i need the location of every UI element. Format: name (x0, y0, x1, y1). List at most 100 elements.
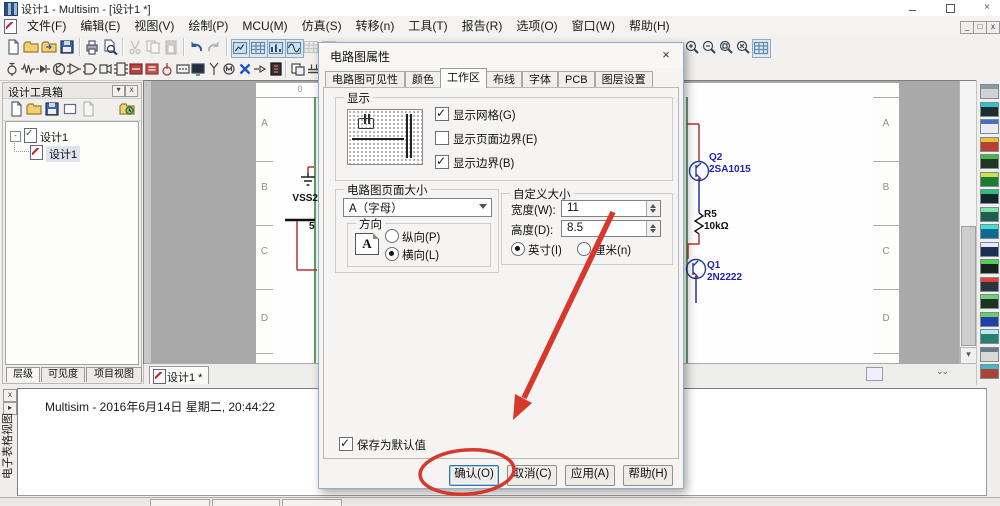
logic-analyzer-icon[interactable] (980, 224, 999, 239)
hierarchical-block-icon[interactable] (290, 61, 307, 78)
toggle-design-toolbox-icon[interactable] (231, 39, 250, 58)
spectrum-analyzer-icon[interactable] (980, 294, 999, 309)
paste-icon[interactable] (163, 39, 180, 56)
q2-model[interactable]: 2SA1015 (709, 164, 751, 175)
menu-item-5[interactable]: 仿真(S) (295, 16, 349, 36)
dialog-close-icon[interactable]: × (657, 46, 675, 64)
window-minimize-button[interactable] (905, 2, 921, 14)
save-icon[interactable] (44, 101, 61, 118)
vss-reference[interactable]: VSS2 (276, 193, 318, 204)
height-spinner[interactable] (646, 221, 660, 236)
window-close-button[interactable]: × (979, 2, 995, 14)
mdi-minimize-button[interactable]: _ (960, 21, 974, 34)
new-schematic-icon[interactable] (8, 101, 25, 118)
q2-reference[interactable]: Q2 (709, 152, 722, 163)
spreadsheet-close-button[interactable]: x (3, 389, 17, 402)
zoom-fullscreen-icon[interactable] (752, 39, 771, 58)
menu-item-10[interactable]: 窗口(W) (565, 16, 622, 36)
function-generator-icon[interactable] (980, 101, 999, 117)
landscape-radio[interactable] (385, 247, 399, 261)
save-as-default-checkbox[interactable] (339, 436, 353, 451)
cut-icon[interactable] (127, 39, 144, 56)
undo-icon[interactable] (188, 39, 205, 56)
mdi-close-button[interactable]: x (986, 21, 1000, 34)
misc-digital-components-icon[interactable] (113, 61, 130, 78)
spreadsheet-tab[interactable] (212, 499, 280, 506)
centimeters-radio[interactable] (577, 242, 591, 256)
redo-icon[interactable] (206, 39, 223, 56)
portrait-radio[interactable] (385, 229, 399, 243)
multimeter-icon[interactable] (980, 84, 999, 99)
new-icon[interactable] (5, 39, 22, 56)
electromechanical-components-icon[interactable] (221, 61, 238, 78)
zoom-in-icon[interactable] (684, 39, 701, 56)
scrollbar-thumb[interactable] (961, 226, 976, 346)
agilent-multimeter-icon[interactable] (980, 346, 999, 362)
dialog-tab-1[interactable]: 颜色 (405, 71, 441, 88)
wattmeter-icon[interactable] (980, 119, 999, 134)
ok-button[interactable]: 确认(O) (449, 465, 499, 486)
tab-scroll-chevron-icon[interactable]: ⌄⌄ (936, 366, 949, 377)
zoom-area-icon[interactable] (718, 39, 735, 56)
menu-item-11[interactable]: 帮助(H) (622, 16, 677, 36)
agilent-oscilloscope-icon[interactable] (980, 364, 999, 379)
oscilloscope-icon[interactable] (980, 136, 999, 152)
power-components-icon[interactable] (159, 61, 176, 78)
ttl-components-icon[interactable] (82, 61, 99, 78)
connector-components-icon[interactable] (252, 61, 269, 78)
page-icon[interactable] (80, 101, 97, 118)
menu-item-0[interactable]: 文件(F) (20, 16, 73, 36)
menu-item-3[interactable]: 绘制(P) (181, 16, 235, 36)
mdi-restore-button[interactable]: □ (973, 21, 987, 34)
menu-item-6[interactable]: 转移(n) (349, 16, 402, 36)
show-border-checkbox[interactable] (435, 154, 449, 169)
rf-components-icon[interactable] (206, 61, 223, 78)
cancel-button[interactable]: 取消(C) (507, 465, 557, 486)
q1-reference[interactable]: Q1 (707, 260, 720, 271)
mixed-components-icon[interactable] (128, 61, 145, 78)
width-spinner[interactable] (646, 201, 660, 216)
r5-reference[interactable]: R5 (704, 209, 717, 220)
transistor-components-icon[interactable] (51, 61, 68, 78)
diode-components-icon[interactable] (35, 61, 52, 78)
dialog-tab-3[interactable]: 布线 (486, 71, 522, 88)
advanced-peripherals-icon[interactable] (190, 61, 207, 78)
ni-components-icon[interactable] (237, 61, 254, 78)
print-preview-icon[interactable] (102, 39, 119, 56)
network-analyzer-icon[interactable] (980, 311, 999, 327)
show-grid-checkbox[interactable] (435, 106, 449, 121)
snapshot-icon[interactable] (119, 101, 136, 118)
toggle-grapher-icon[interactable] (285, 39, 304, 58)
zoom-fit-icon[interactable] (735, 39, 752, 56)
panel-close-button[interactable]: x (125, 85, 138, 97)
dialog-tab-6[interactable]: 图层设置 (594, 71, 653, 88)
height-input[interactable]: 8.5 (561, 220, 661, 237)
apply-button[interactable]: 应用(A) (565, 465, 615, 486)
basic-components-icon[interactable] (20, 61, 37, 78)
q1-model[interactable]: 2N2222 (707, 272, 742, 283)
copy-icon[interactable] (145, 39, 162, 56)
logic-converter-icon[interactable] (980, 241, 999, 257)
r5-value[interactable]: 10kΩ (704, 221, 729, 232)
print-icon[interactable] (84, 39, 101, 56)
open-icon[interactable] (23, 39, 40, 56)
help-button[interactable]: 帮助(H) (623, 465, 673, 486)
toolbox-tab-0[interactable]: 层级 (6, 367, 40, 382)
open-sample-icon[interactable] (41, 39, 58, 56)
bode-plotter-icon[interactable] (980, 171, 999, 187)
save-icon[interactable] (59, 39, 76, 56)
spreadsheet-tab[interactable] (282, 499, 342, 506)
menu-item-2[interactable]: 视图(V) (127, 16, 181, 36)
dialog-tab-2[interactable]: 工作区 (440, 68, 487, 88)
tree-item-page[interactable]: 设计1 (46, 146, 81, 162)
menu-item-7[interactable]: 工具(T) (401, 16, 454, 36)
source-components-icon[interactable] (4, 61, 21, 78)
dialog-tab-5[interactable]: PCB (558, 71, 595, 88)
dialog-titlebar[interactable]: 电路图属性 × (319, 43, 683, 68)
agilent-generator-icon[interactable] (980, 329, 999, 344)
show-page-bounds-checkbox[interactable] (435, 131, 449, 145)
analog-components-icon[interactable] (66, 61, 83, 78)
tab-list-icon[interactable] (866, 367, 883, 381)
zoom-out-icon[interactable] (701, 39, 718, 56)
word-generator-icon[interactable] (980, 206, 999, 222)
